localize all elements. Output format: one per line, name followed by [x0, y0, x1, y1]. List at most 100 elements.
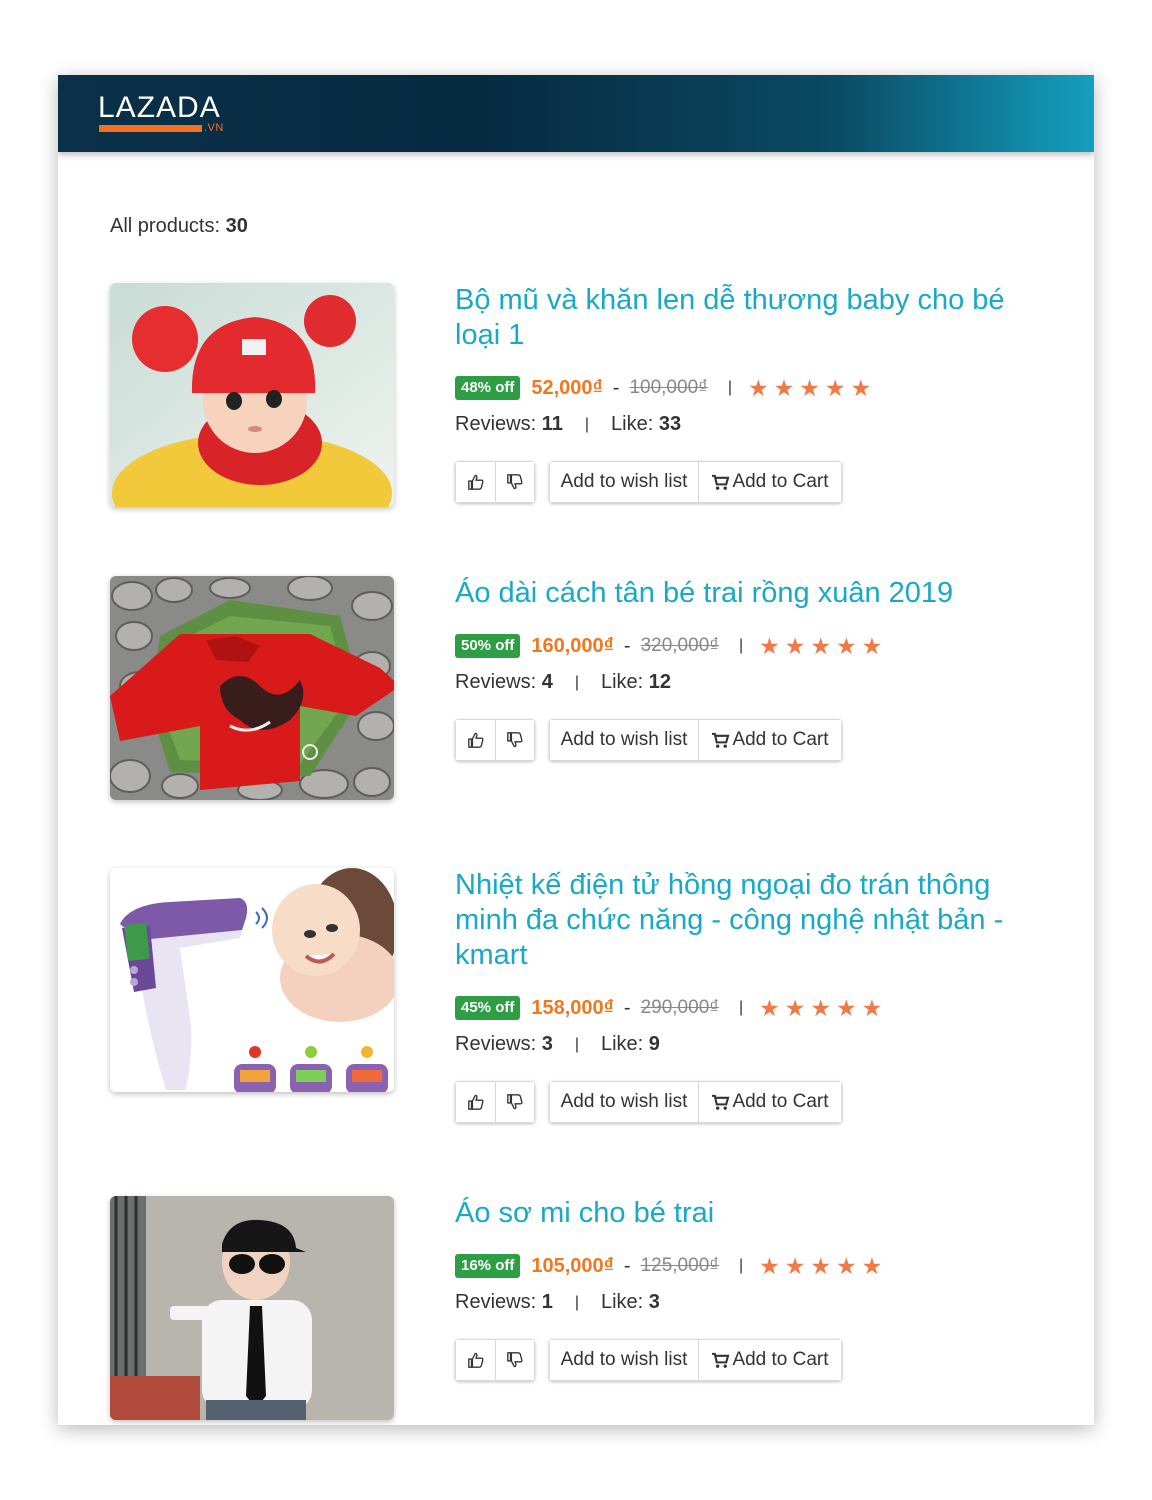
thumbs-down-button[interactable] — [495, 1340, 534, 1380]
price-row: 45% off 158,000₫ - 290,000₫ | ★ ★ ★ ★ ★ — [455, 995, 1055, 1021]
star-icon: ★ — [810, 632, 832, 659]
action-row: Add to wish list Add to Cart — [455, 1339, 1055, 1381]
star-icon: ★ — [773, 374, 795, 401]
divider: | — [739, 637, 744, 654]
add-to-wish-list-button[interactable]: Add to wish list — [550, 720, 698, 760]
product-title[interactable]: Bộ mũ và khăn len dễ thương baby cho bé … — [455, 283, 1055, 353]
star-icon: ★ — [784, 1252, 806, 1279]
stats-row: Reviews: 3 | Like: 9 — [455, 1033, 1055, 1056]
add-to-cart-button[interactable]: Add to Cart — [698, 1082, 841, 1122]
price-row: 48% off 52,000₫ - 100,000₫ | ★ ★ ★ ★ ★ — [455, 375, 1055, 401]
add-to-wish-list-button[interactable]: Add to wish list — [550, 462, 698, 502]
stats-row: Reviews: 11 | Like: 33 — [455, 413, 1055, 436]
star-icon: ★ — [824, 374, 846, 401]
cart-group: Add to wish list Add to Cart — [549, 1081, 842, 1123]
thumbs-down-button[interactable] — [495, 462, 534, 502]
likes-count: 3 — [648, 1291, 660, 1313]
product-title[interactable]: Nhiệt kế điện tử hồng ngoại đo trán thôn… — [455, 868, 1055, 973]
add-to-cart-button[interactable]: Add to Cart — [698, 1340, 841, 1380]
star-icon: ★ — [836, 1252, 857, 1279]
star-icon: ★ — [759, 994, 780, 1021]
add-to-cart-label: Add to Cart — [732, 729, 829, 750]
thumbs-down-icon — [507, 474, 523, 490]
product-image[interactable] — [110, 576, 394, 800]
reviews-label: Reviews: — [455, 1033, 537, 1055]
add-to-cart-button[interactable]: Add to Cart — [698, 462, 841, 502]
brand-logo[interactable]: LAZADA .VN — [98, 91, 238, 139]
divider: | — [739, 1257, 744, 1274]
thumbs-down-button[interactable] — [495, 720, 534, 760]
reviews-label: Reviews: — [455, 413, 537, 435]
reviews-label: Reviews: — [455, 671, 537, 693]
thumbs-down-icon — [507, 732, 523, 748]
thumbs-up-icon — [467, 1094, 484, 1110]
likes-count: 9 — [648, 1033, 660, 1055]
price-dash: - — [623, 1254, 631, 1277]
stats-row: Reviews: 1 | Like: 3 — [455, 1291, 1055, 1314]
page-frame: LAZADA .VN All products: 30 Bộ mũ và khă… — [58, 75, 1094, 1425]
star-icon: ★ — [759, 632, 780, 659]
reviews-count: 3 — [541, 1033, 553, 1055]
cart-icon — [712, 474, 730, 490]
divider: | — [727, 379, 733, 396]
star-icon: ★ — [784, 632, 806, 659]
price-row: 50% off 160,000₫ - 320,000₫ | ★ ★ ★ ★ ★ — [455, 633, 1055, 659]
star-icon: ★ — [850, 374, 872, 401]
star-icon: ★ — [836, 632, 857, 659]
reviews-count: 11 — [541, 413, 563, 435]
product-image[interactable] — [110, 283, 394, 507]
star-icon: ★ — [748, 374, 769, 401]
product-image[interactable] — [110, 1196, 394, 1420]
reviews-count: 1 — [541, 1291, 553, 1313]
price-row: 16% off 105,000₫ - 125,000₫ | ★ ★ ★ ★ ★ — [455, 1253, 1055, 1279]
cart-icon — [712, 1094, 730, 1110]
thumbs-up-button[interactable] — [456, 1082, 495, 1122]
product-title[interactable]: Áo dài cách tân bé trai rồng xuân 2019 — [455, 576, 1055, 611]
price-dash: - — [623, 634, 631, 657]
thumbs-up-button[interactable] — [456, 462, 495, 502]
star-icon: ★ — [836, 994, 857, 1021]
cart-icon — [712, 732, 730, 748]
thumbs-down-button[interactable] — [495, 1082, 534, 1122]
likes-label: Like: — [600, 1033, 644, 1055]
thumbs-up-button[interactable] — [456, 720, 495, 760]
add-to-cart-label: Add to Cart — [732, 1349, 829, 1370]
star-icon: ★ — [861, 994, 883, 1021]
cart-icon — [712, 1352, 730, 1368]
divider: | — [739, 999, 744, 1016]
discount-badge: 45% off — [455, 996, 521, 1020]
rating-stars: ★ ★ ★ ★ ★ — [748, 374, 872, 401]
sale-price: 52,000₫ — [531, 376, 603, 399]
original-price: 125,000₫ — [640, 1255, 720, 1276]
ao-dai-photo — [110, 576, 394, 800]
star-icon: ★ — [759, 1252, 780, 1279]
thermometer-photo — [110, 868, 394, 1092]
add-to-wish-list-button[interactable]: Add to wish list — [550, 1340, 698, 1380]
sale-price: 160,000₫ — [531, 634, 614, 657]
likes-count: 33 — [658, 413, 682, 435]
star-icon: ★ — [799, 374, 820, 401]
product-image[interactable] — [110, 868, 394, 1092]
thumbs-up-button[interactable] — [456, 1340, 495, 1380]
sale-price: 158,000₫ — [531, 996, 614, 1019]
star-icon: ★ — [810, 994, 832, 1021]
product-title[interactable]: Áo sơ mi cho bé trai — [455, 1196, 1055, 1231]
add-to-cart-label: Add to Cart — [732, 471, 829, 492]
product-count: All products: 30 — [110, 215, 248, 238]
add-to-wish-list-button[interactable]: Add to wish list — [550, 1082, 698, 1122]
action-row: Add to wish list Add to Cart — [455, 461, 1055, 503]
star-icon: ★ — [861, 1252, 883, 1279]
divider: | — [584, 415, 590, 433]
original-price: 290,000₫ — [640, 997, 720, 1018]
cart-group: Add to wish list Add to Cart — [549, 719, 842, 761]
brand-name: LAZADA — [98, 91, 221, 124]
likes-count: 12 — [648, 671, 672, 693]
action-row: Add to wish list Add to Cart — [455, 1081, 1055, 1123]
thumbs-down-icon — [507, 1352, 523, 1368]
divider: | — [574, 1035, 579, 1053]
add-to-cart-button[interactable]: Add to Cart — [698, 720, 841, 760]
stats-row: Reviews: 4 | Like: 12 — [455, 671, 1055, 694]
vote-group — [455, 1081, 535, 1123]
star-icon: ★ — [784, 994, 806, 1021]
likes-label: Like: — [600, 1291, 644, 1313]
